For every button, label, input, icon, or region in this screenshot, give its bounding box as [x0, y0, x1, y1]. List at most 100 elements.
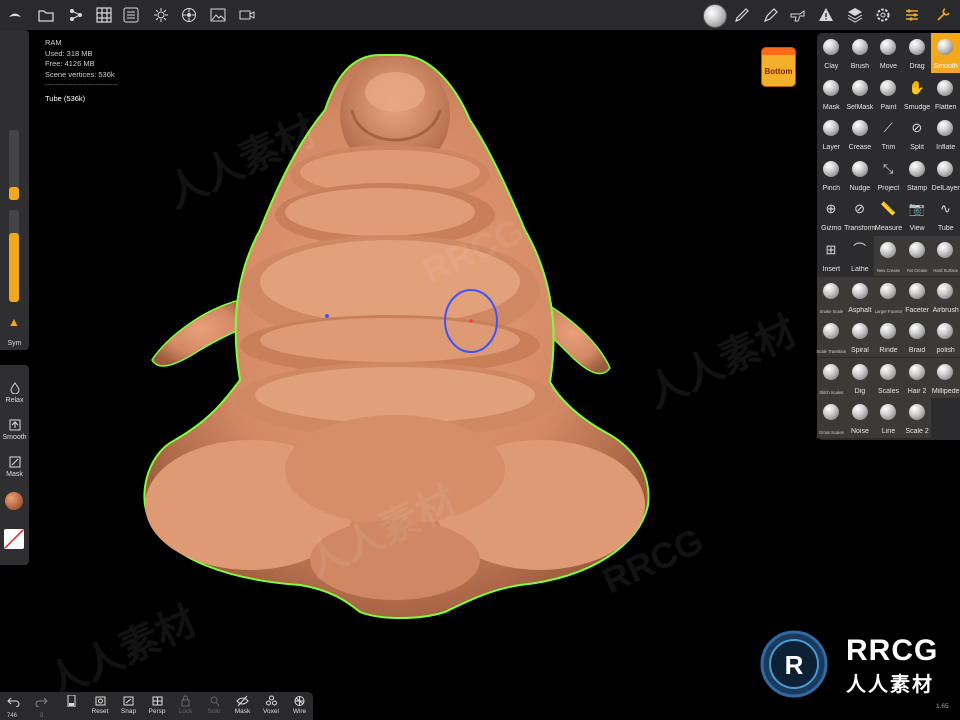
- persp-icon: [152, 696, 162, 706]
- tool-braid[interactable]: Braid: [902, 317, 932, 358]
- sym-button-label[interactable]: Sym: [0, 340, 29, 347]
- settings-icon[interactable]: [874, 6, 892, 24]
- tool-faceter[interactable]: Faceter: [902, 276, 932, 317]
- symmetry-icon[interactable]: ▲: [8, 315, 20, 329]
- tool-crease[interactable]: Crease: [846, 114, 875, 154]
- move-icon: [880, 39, 897, 55]
- tool-inflate[interactable]: Inflate: [931, 114, 960, 154]
- intensity-slider[interactable]: [9, 210, 19, 302]
- tool-hair-2[interactable]: Hair 2: [902, 357, 932, 398]
- relax-button[interactable]: Relax: [0, 382, 29, 404]
- voxel-button[interactable]: Voxel: [257, 695, 285, 715]
- tool-layer[interactable]: Layer: [817, 114, 846, 154]
- tool-line[interactable]: Line: [874, 398, 903, 439]
- symmetry-point: [325, 314, 329, 318]
- image-icon[interactable]: [209, 6, 227, 24]
- logo-icon[interactable]: [6, 6, 24, 24]
- tool-snake-scale[interactable]: Snake Scale: [817, 276, 846, 317]
- brush-icon[interactable]: [733, 6, 751, 24]
- pen-icon[interactable]: [762, 6, 780, 24]
- tool-tube[interactable]: ∿ Tube: [931, 195, 960, 235]
- mask-button[interactable]: Mask: [0, 456, 29, 478]
- layers-icon[interactable]: [846, 6, 864, 24]
- undo-button[interactable]: [2, 695, 24, 708]
- tool-clay[interactable]: Clay: [817, 33, 846, 73]
- tool-lathe[interactable]: ⌒ Lathe: [846, 236, 875, 276]
- crease-icon: [851, 120, 868, 137]
- tool-stitch-scales[interactable]: Stitch Scales: [817, 357, 846, 398]
- tool-mask[interactable]: Mask: [817, 74, 846, 114]
- mask-button[interactable]: Mask: [229, 695, 257, 715]
- tool-trim[interactable]: ⟋ Trim: [874, 114, 903, 154]
- tool-flatten[interactable]: Flatten: [931, 74, 960, 114]
- tool-insert[interactable]: ⊞ Insert: [817, 236, 846, 276]
- tool-smooth[interactable]: Smooth: [931, 33, 960, 73]
- tool-gizmo[interactable]: ⊕ Gizmo: [817, 195, 846, 235]
- tool-project[interactable]: ⤡ Project: [874, 155, 903, 195]
- tool-airbrush[interactable]: Airbrush: [931, 276, 960, 317]
- tool-nudge[interactable]: Nudge: [846, 155, 875, 195]
- gun-icon[interactable]: [789, 6, 807, 24]
- left-quick-tools: Relax Smooth Mask: [0, 365, 29, 565]
- tool-drag[interactable]: Drag: [903, 33, 932, 73]
- wire-button[interactable]: Wire: [286, 695, 314, 715]
- material-color-swatch[interactable]: [5, 492, 23, 510]
- tool-smudge[interactable]: ✋ Smudge: [903, 74, 932, 114]
- inflate-icon: [937, 120, 954, 137]
- tool-paint[interactable]: Paint: [874, 74, 903, 114]
- phone-icon-button[interactable]: [60, 695, 82, 708]
- menu-icon[interactable]: [122, 6, 140, 24]
- tool-millipede[interactable]: Millipede: [931, 357, 960, 398]
- persp-button[interactable]: Persp: [143, 695, 171, 715]
- tool-view[interactable]: 📷 View: [903, 195, 932, 235]
- video-icon[interactable]: [238, 6, 256, 24]
- tool-scale-2[interactable]: Scale 2: [902, 398, 932, 439]
- smooth-button[interactable]: Smooth: [0, 419, 29, 441]
- tool-larger-facetor[interactable]: Larger Facetor: [874, 276, 903, 317]
- measure-icon: 📏: [880, 201, 897, 217]
- tool-split[interactable]: ⊘ Split: [903, 114, 932, 154]
- matcap-icon[interactable]: [703, 4, 727, 28]
- no-color-swatch[interactable]: [4, 529, 24, 549]
- sculpt-model[interactable]: [143, 54, 650, 619]
- tool-measure[interactable]: 📏 Measure: [874, 195, 903, 235]
- solo-button[interactable]: Solo: [200, 695, 228, 715]
- material-icon[interactable]: [180, 6, 198, 24]
- tool-dig[interactable]: Dig: [845, 357, 875, 398]
- project-icon: ⤡: [882, 160, 894, 176]
- lock-button[interactable]: Lock: [172, 695, 200, 715]
- tool-asphalt[interactable]: Asphalt: [845, 276, 875, 317]
- folder-icon[interactable]: [37, 6, 55, 24]
- tool-selmask[interactable]: SelMask: [846, 74, 875, 114]
- tool-stamp[interactable]: Stamp: [903, 155, 932, 195]
- reset-button[interactable]: Reset: [86, 695, 114, 715]
- tool-hard-surface[interactable]: Hard Surface: [931, 236, 960, 276]
- bottom-bar-label: Voxel: [263, 708, 279, 715]
- tool-scale-transition[interactable]: Scale Transition: [816, 317, 846, 358]
- tool-pinch[interactable]: Pinch: [817, 155, 846, 195]
- tool-scales[interactable]: Scales: [874, 357, 903, 398]
- bottom-bar-label: Snap: [120, 708, 137, 715]
- tool-move[interactable]: Move: [874, 33, 903, 73]
- tool-spiral[interactable]: Spiral: [845, 317, 875, 358]
- radius-slider[interactable]: [9, 130, 19, 200]
- view-orientation-button[interactable]: Bottom: [761, 47, 796, 87]
- sun-icon[interactable]: [152, 6, 170, 24]
- grid-icon[interactable]: [95, 6, 113, 24]
- tool-dellayer[interactable]: DelLayer: [931, 155, 960, 195]
- tools-icon[interactable]: [903, 6, 921, 24]
- tool-gross-scales[interactable]: Gross Scales: [817, 398, 846, 439]
- mask-eye-icon: [236, 695, 249, 707]
- scene-icon[interactable]: [67, 6, 85, 24]
- tool-brush[interactable]: Brush: [846, 33, 875, 73]
- warning-icon[interactable]: [817, 6, 835, 24]
- tool-new-crease[interactable]: New Crease: [874, 236, 903, 276]
- snap-button[interactable]: Snap: [115, 695, 143, 715]
- tool-fat-crease[interactable]: Fat Crease: [902, 236, 932, 276]
- tool-polish[interactable]: polish: [931, 317, 960, 358]
- tool-rinde[interactable]: Rinde: [874, 317, 903, 358]
- redo-button[interactable]: [30, 695, 52, 708]
- tool-noise[interactable]: Noise: [845, 398, 875, 439]
- wrench-icon[interactable]: [934, 6, 952, 24]
- tool-transform[interactable]: ⊘ Transform: [844, 195, 876, 235]
